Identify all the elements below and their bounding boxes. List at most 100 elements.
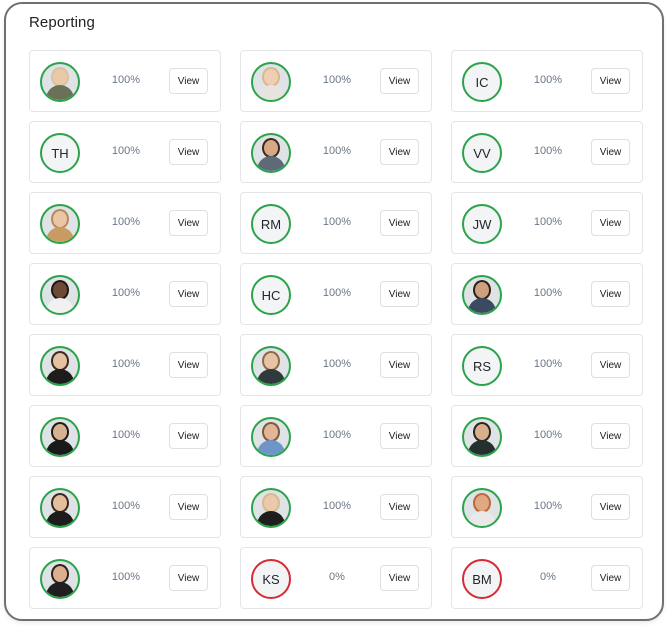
avatar-photo [42,206,78,242]
avatar [40,417,80,457]
avatar [462,275,502,315]
user-report-card: 100% View [29,334,221,396]
user-report-card: 100% View [29,50,221,112]
view-button[interactable]: View [169,281,208,307]
reporting-panel: Reporting 100% View 100% View IC 100% View TH 10… [4,2,664,621]
user-report-card: KS 0% View [240,547,432,609]
avatar [462,488,502,528]
view-button[interactable]: View [591,423,630,449]
avatar [40,62,80,102]
completion-percent: 100% [533,358,563,370]
view-button[interactable]: View [380,68,419,94]
avatar-photo [464,419,500,455]
completion-percent: 100% [533,216,563,228]
user-report-card: 100% View [29,476,221,538]
avatar-initials: RM [260,216,282,232]
completion-percent: 100% [322,358,352,370]
completion-percent: 100% [111,429,141,441]
user-report-card: JW 100% View [451,192,643,254]
completion-percent: 100% [322,500,352,512]
avatar-photo [42,348,78,384]
view-button[interactable]: View [380,494,419,520]
avatar-initials: JW [472,216,492,232]
completion-percent: 100% [111,287,141,299]
completion-percent: 100% [111,571,141,583]
page-title: Reporting [29,14,95,31]
avatar-photo [42,277,78,313]
view-button[interactable]: View [380,139,419,165]
user-report-card: VV 100% View [451,121,643,183]
completion-percent: 100% [533,287,563,299]
avatar: JW [462,204,502,244]
completion-percent: 100% [533,145,563,157]
user-report-card: 100% View [451,405,643,467]
avatar: RM [251,204,291,244]
avatar: VV [462,133,502,173]
avatar-photo [42,490,78,526]
user-report-card: 100% View [240,50,432,112]
user-report-card: RM 100% View [240,192,432,254]
user-report-card: 100% View [29,192,221,254]
view-button[interactable]: View [380,210,419,236]
avatar-photo [253,419,289,455]
completion-percent: 100% [111,500,141,512]
avatar-photo [42,419,78,455]
view-button[interactable]: View [169,565,208,591]
avatar [251,488,291,528]
view-button[interactable]: View [591,494,630,520]
completion-percent: 100% [111,358,141,370]
view-button[interactable]: View [591,352,630,378]
avatar-photo [253,135,289,171]
user-report-card: RS 100% View [451,334,643,396]
completion-percent: 100% [111,74,141,86]
completion-percent: 100% [533,74,563,86]
avatar [251,133,291,173]
avatar-photo [464,490,500,526]
avatar: TH [40,133,80,173]
avatar [251,346,291,386]
avatar-initials: BM [472,571,492,587]
avatar-photo [464,277,500,313]
avatar: IC [462,62,502,102]
completion-percent: 100% [111,145,141,157]
view-button[interactable]: View [591,565,630,591]
avatar-photo [42,64,78,100]
user-report-card: IC 100% View [451,50,643,112]
avatar: HC [251,275,291,315]
view-button[interactable]: View [380,565,419,591]
view-button[interactable]: View [169,352,208,378]
completion-percent: 100% [322,145,352,157]
user-report-card: 100% View [240,121,432,183]
avatar-photo [42,561,78,597]
user-report-card: HC 100% View [240,263,432,325]
view-button[interactable]: View [380,423,419,449]
view-button[interactable]: View [169,68,208,94]
avatar-initials: TH [51,145,69,161]
view-button[interactable]: View [169,139,208,165]
view-button[interactable]: View [591,139,630,165]
view-button[interactable]: View [591,210,630,236]
user-report-card: 100% View [240,405,432,467]
user-report-card: 100% View [451,263,643,325]
avatar: BM [462,559,502,599]
view-button[interactable]: View [380,281,419,307]
view-button[interactable]: View [591,68,630,94]
view-button[interactable]: View [380,352,419,378]
completion-percent: 100% [533,429,563,441]
view-button[interactable]: View [591,281,630,307]
completion-percent: 100% [322,287,352,299]
completion-percent: 100% [111,216,141,228]
avatar-photo [253,64,289,100]
avatar-photo [253,348,289,384]
user-report-card: TH 100% View [29,121,221,183]
view-button[interactable]: View [169,494,208,520]
completion-percent: 0% [540,571,556,583]
view-button[interactable]: View [169,210,208,236]
avatar [40,204,80,244]
user-report-card: 100% View [29,405,221,467]
avatar [40,488,80,528]
view-button[interactable]: View [169,423,208,449]
avatar [40,559,80,599]
avatar: RS [462,346,502,386]
user-report-card: BM 0% View [451,547,643,609]
